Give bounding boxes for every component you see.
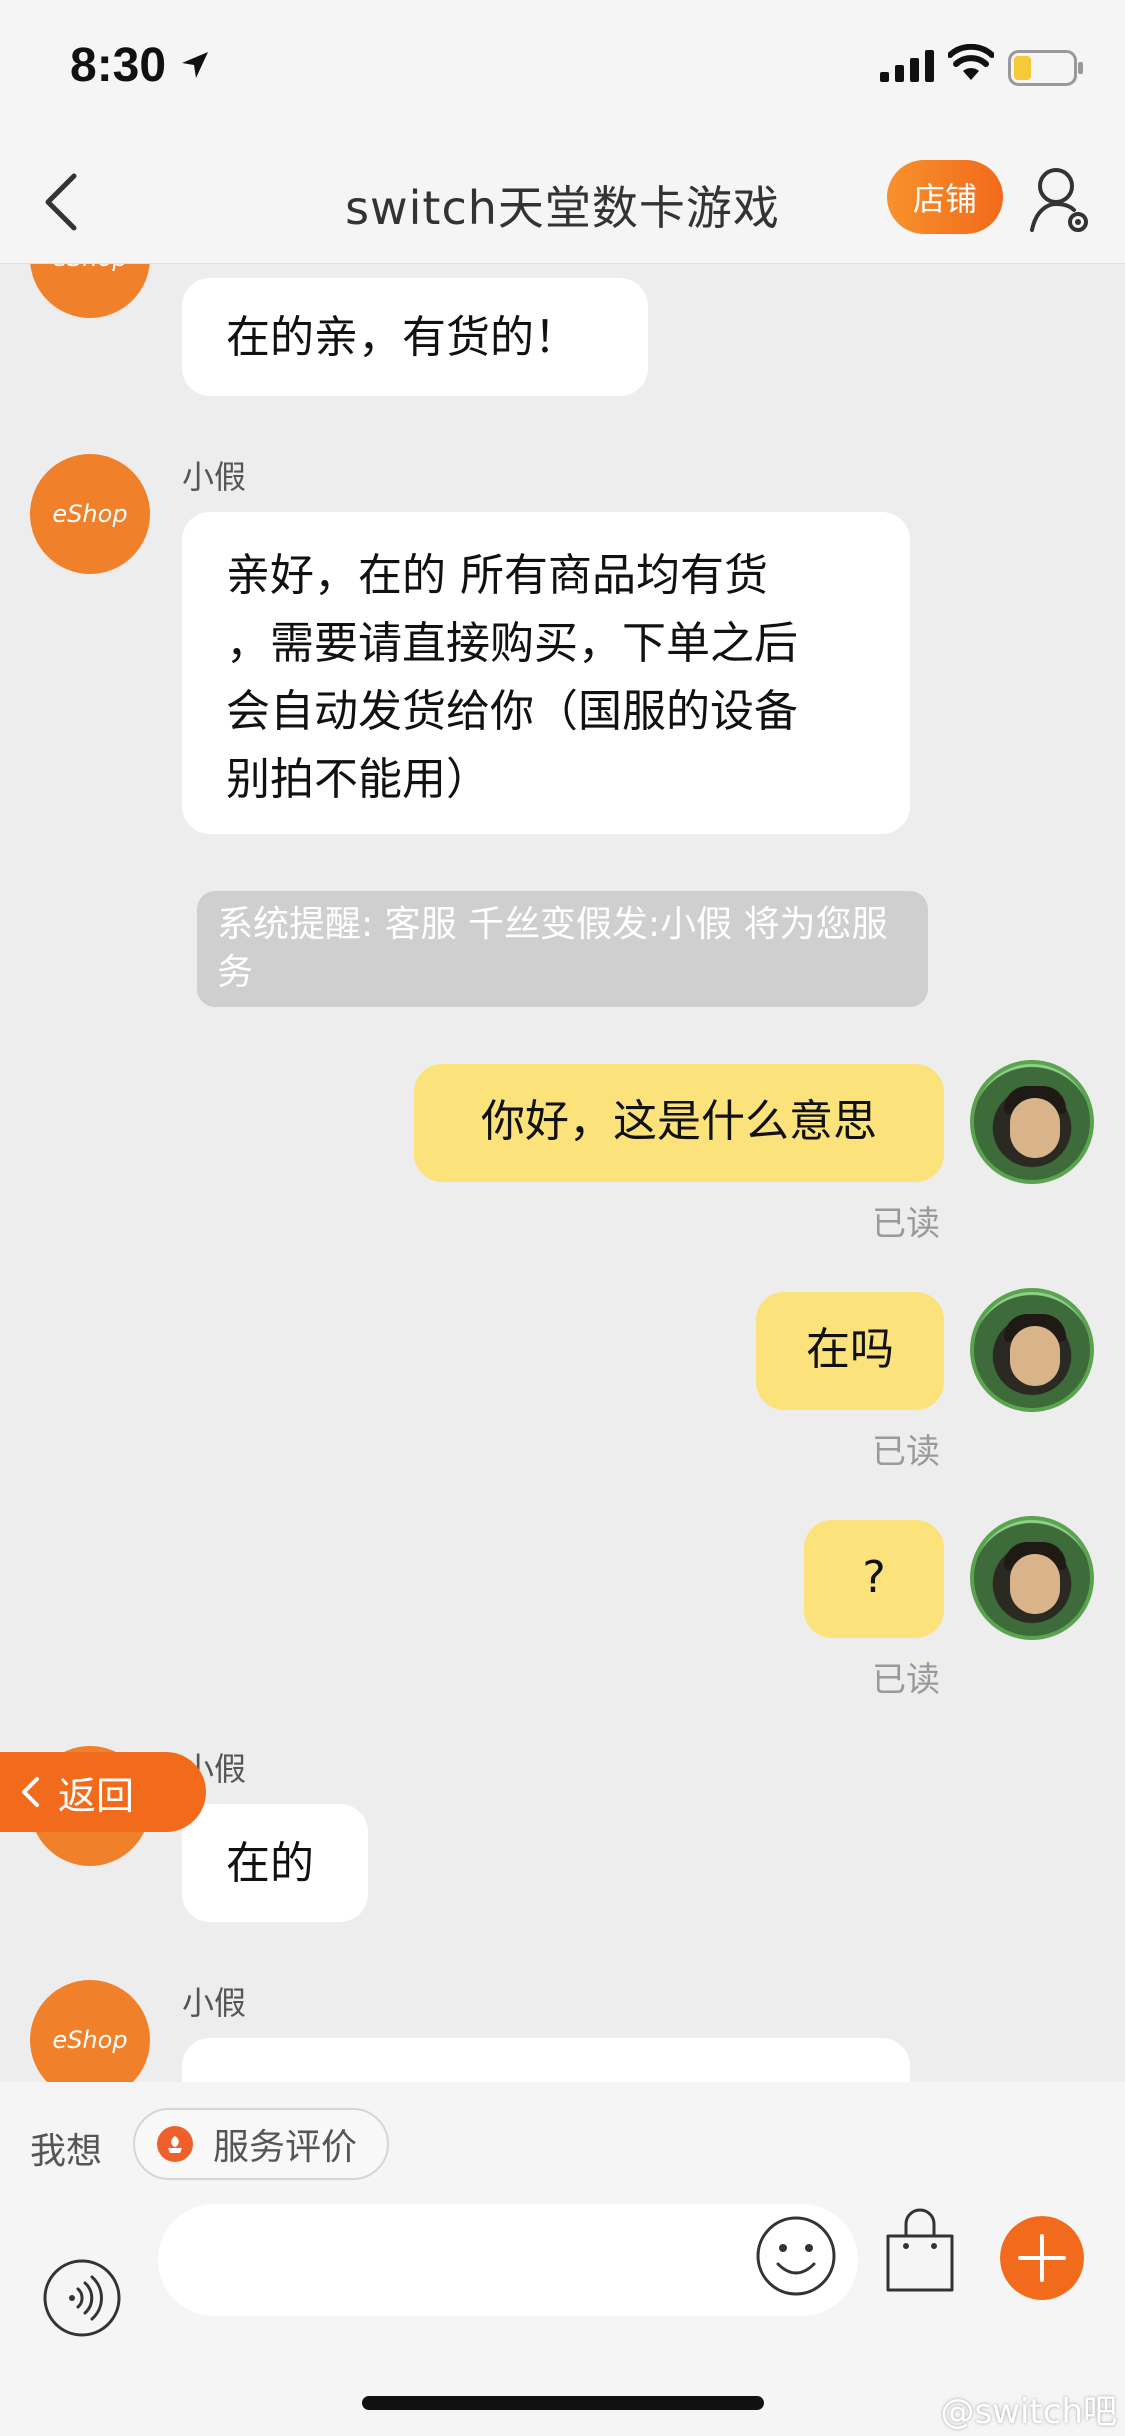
eshop-avatar[interactable]: eShop bbox=[30, 264, 150, 318]
location-arrow-icon bbox=[182, 52, 208, 78]
message-bubble[interactable] bbox=[182, 2038, 910, 2082]
sender-name: 小假 bbox=[182, 1984, 247, 2022]
read-status: 已读 bbox=[872, 1432, 940, 1472]
clock: 8:30 bbox=[70, 39, 167, 92]
eshop-avatar[interactable]: eShop bbox=[30, 454, 150, 574]
message-line: ，需要请直接购买，下单之后 bbox=[226, 618, 798, 669]
wifi-icon bbox=[948, 44, 994, 80]
voice-icon[interactable] bbox=[42, 2258, 122, 2338]
return-button[interactable]: 返回 bbox=[0, 1752, 206, 1832]
plus-icon[interactable] bbox=[1000, 2216, 1084, 2300]
sender-name: 小假 bbox=[182, 458, 247, 496]
read-status: 已读 bbox=[872, 1660, 940, 1700]
composer: 我想 服务评价 @switch吧 bbox=[0, 2082, 1125, 2436]
my-avatar[interactable] bbox=[970, 1516, 1094, 1640]
my-avatar[interactable] bbox=[970, 1060, 1094, 1184]
chevron-left-icon bbox=[22, 1777, 39, 1807]
service-review-icon bbox=[157, 2126, 193, 2162]
quick-reply-label: 我想 bbox=[30, 2131, 103, 2172]
message-input[interactable] bbox=[158, 2204, 858, 2316]
my-message-bubble[interactable]: 你好，这是什么意思 bbox=[414, 1064, 944, 1182]
message-line: 会自动发货给你（国服的设备 bbox=[226, 686, 798, 737]
my-message-bubble[interactable]: ? bbox=[804, 1520, 944, 1638]
message-line: 别拍不能用） bbox=[226, 754, 490, 805]
emoji-icon[interactable] bbox=[754, 2214, 838, 2298]
system-notice: 系统提醒: 客服 千丝变假发:小假 将为您服务 bbox=[197, 891, 928, 1007]
battery-icon bbox=[1008, 50, 1083, 86]
eshop-avatar[interactable]: eShop bbox=[30, 1980, 150, 2082]
message-bubble[interactable]: 在的 bbox=[182, 1804, 368, 1922]
service-review-button[interactable]: 服务评价 bbox=[133, 2108, 389, 2180]
my-avatar[interactable] bbox=[970, 1288, 1094, 1412]
message-line: 亲好，在的 所有商品均有货 bbox=[226, 550, 768, 601]
message-bubble[interactable]: 亲好，在的 所有商品均有货 ，需要请直接购买，下单之后 会自动发货给你（国服的设… bbox=[182, 512, 910, 834]
shopping-bag-icon[interactable] bbox=[880, 2206, 960, 2296]
read-status: 已读 bbox=[872, 1204, 940, 1244]
profile-settings-icon[interactable] bbox=[1028, 164, 1092, 238]
return-label: 返回 bbox=[58, 1773, 135, 1818]
store-button[interactable]: 店铺 bbox=[887, 160, 1003, 234]
signal-icon bbox=[880, 50, 934, 82]
nav-bar: switch天堂数卡游戏 店铺 bbox=[0, 140, 1125, 264]
my-message-bubble[interactable]: 在吗 bbox=[756, 1292, 944, 1410]
home-indicator[interactable] bbox=[362, 2396, 764, 2410]
service-review-label: 服务评价 bbox=[213, 2127, 358, 2168]
message-bubble[interactable]: 在的亲，有货的！ bbox=[182, 278, 648, 396]
status-bar: 8:30 bbox=[0, 0, 1125, 140]
watermark: @switch吧 bbox=[940, 2392, 1117, 2432]
